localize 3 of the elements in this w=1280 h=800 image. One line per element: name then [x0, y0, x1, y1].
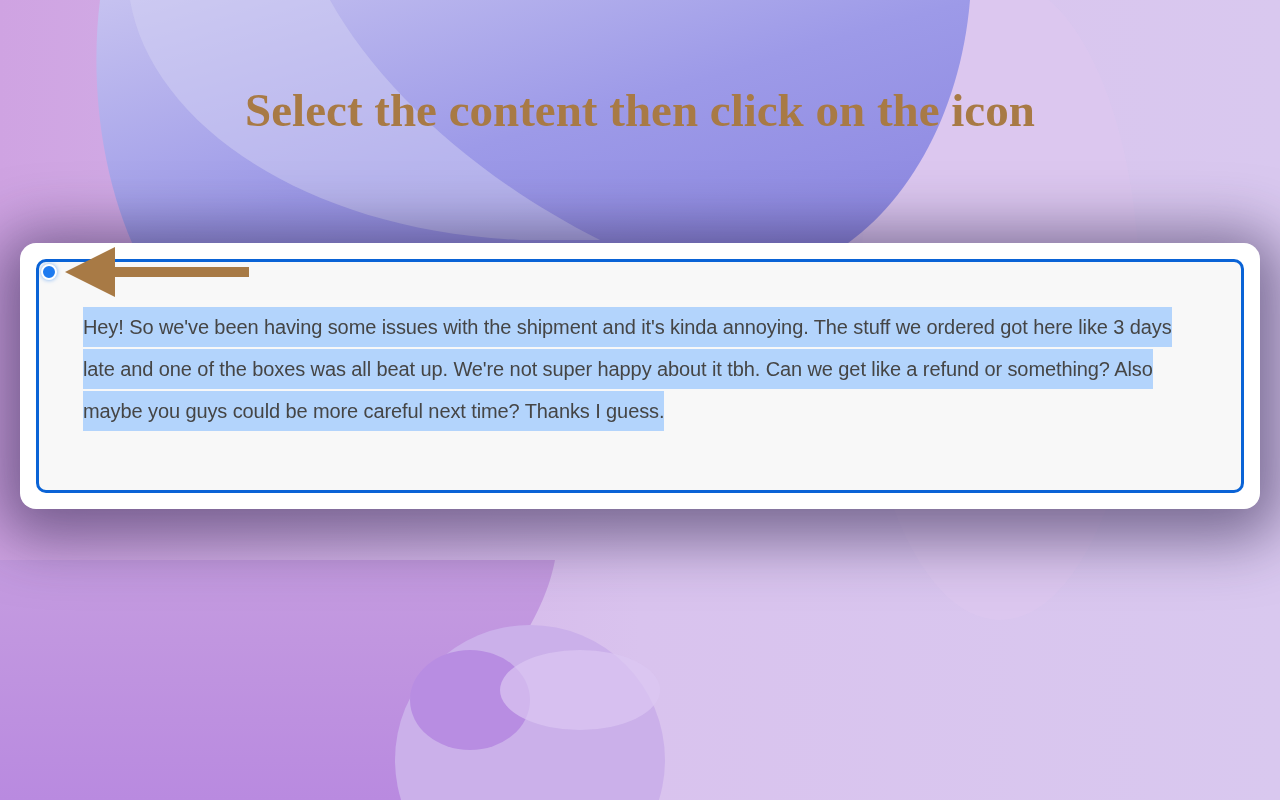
arrow-icon	[65, 247, 249, 297]
heading: Select the content then click on the icon	[245, 83, 1035, 138]
text-editor[interactable]	[36, 259, 1244, 493]
